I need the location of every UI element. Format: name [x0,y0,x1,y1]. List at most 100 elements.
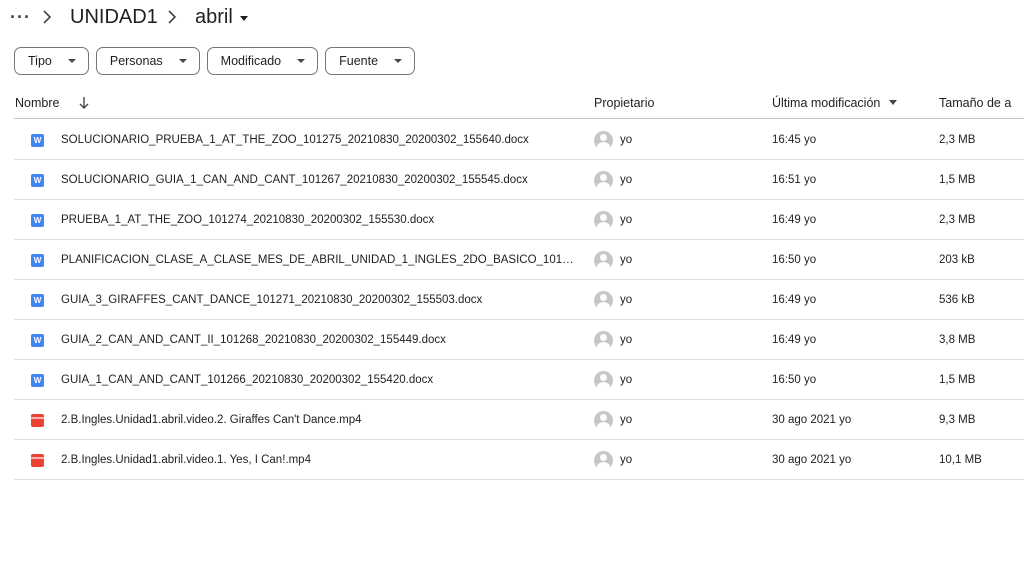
breadcrumb-item-unidad1[interactable]: UNIDAD1 [70,5,158,29]
table-row[interactable]: W PRUEBA_1_AT_THE_ZOO_101274_20210830_202… [14,200,1024,240]
file-owner: yo [620,174,633,186]
avatar-head [600,374,607,381]
chevron-right-icon [167,7,177,24]
avatar-head [600,254,607,261]
breadcrumb-current-folder[interactable]: abril [195,5,248,29]
chevron-down-icon [178,59,187,63]
more-icon[interactable]: ··· [10,8,31,26]
caret-down-icon [888,100,897,105]
file-owner: yo [620,214,633,226]
file-name[interactable]: 2.B.Ingles.Unidad1.abril.video.1. Yes, I… [61,454,579,466]
avatar-head [600,454,607,461]
chevron-down-icon [297,59,306,63]
table-row[interactable]: W GUIA_1_CAN_AND_CANT_101266_20210830_202… [14,360,1024,400]
filter-label: Fuente [339,54,379,68]
file-owner: yo [620,374,633,386]
video-file-icon [31,414,44,427]
file-list: W SOLUCIONARIO_PRUEBA_1_AT_THE_ZOO_101275… [14,120,1024,480]
chevron-down-icon [67,59,76,63]
filter-label: Modificado [220,54,282,68]
file-name[interactable]: GUIA_3_GIRAFFES_CANT_DANCE_101271_202108… [61,294,579,306]
avatar-body [597,222,610,230]
file-name[interactable]: PLANIFICACION_CLASE_A_CLASE_MES_DE_ABRIL… [61,254,579,266]
file-name[interactable]: GUIA_2_CAN_AND_CANT_II_101268_20210830_2… [61,334,579,346]
table-row[interactable]: W GUIA_3_GIRAFFES_CANT_DANCE_101271_20210… [14,280,1024,320]
file-name[interactable]: SOLUCIONARIO_PRUEBA_1_AT_THE_ZOO_101275_… [61,134,579,146]
avatar-head [600,214,607,221]
file-size: 536 kB [939,294,975,306]
breadcrumb: ··· UNIDAD1 abril [0,0,1024,36]
table-row[interactable]: W PLANIFICACION_CLASE_A_CLASE_MES_DE_ABRI… [14,240,1024,280]
file-name[interactable]: 2.B.Ingles.Unidad1.abril.video.2. Giraff… [61,414,579,426]
avatar-body [597,342,610,350]
avatar-body [597,302,610,310]
avatar-body [597,262,610,270]
avatar [594,371,613,390]
avatar [594,451,613,470]
avatar-body [597,182,610,190]
file-owner: yo [620,134,633,146]
word-doc-icon: W [31,214,44,227]
avatar-head [600,174,607,181]
filter-chips: Tipo Personas Modificado Fuente [14,47,416,75]
file-modified: 16:50 yo [772,374,817,386]
column-header-name[interactable]: Nombre [15,96,89,112]
avatar-head [600,414,607,421]
column-header-size[interactable]: Tamaño de a [939,96,1011,110]
video-file-icon [31,454,44,467]
file-modified: 16:49 yo [772,294,817,306]
column-header-modified-label: Última modificación [772,96,881,110]
table-row[interactable]: W SOLUCIONARIO_PRUEBA_1_AT_THE_ZOO_101275… [14,120,1024,160]
file-size: 9,3 MB [939,414,976,426]
file-name[interactable]: PRUEBA_1_AT_THE_ZOO_101274_20210830_2020… [61,214,579,226]
filter-modificado[interactable]: Modificado [206,47,319,75]
column-header-name-label: Nombre [15,96,60,110]
file-modified: 30 ago 2021 yo [772,414,852,426]
avatar [594,131,613,150]
table-row[interactable]: 2.B.Ingles.Unidad1.abril.video.1. Yes, I… [14,440,1024,480]
file-size: 2,3 MB [939,134,976,146]
filter-label: Tipo [28,54,52,68]
file-size: 3,8 MB [939,334,976,346]
file-modified: 16:50 yo [772,254,817,266]
avatar [594,251,613,270]
avatar [594,331,613,350]
column-header-modified[interactable]: Última modificación [772,96,897,110]
avatar-head [600,134,607,141]
word-doc-icon: W [31,254,44,267]
file-size: 1,5 MB [939,374,976,386]
file-modified: 16:51 yo [772,174,817,186]
filter-fuente[interactable]: Fuente [325,47,416,75]
file-name[interactable]: GUIA_1_CAN_AND_CANT_101266_20210830_2020… [61,374,579,386]
avatar [594,411,613,430]
table-header: Nombre Propietario Última modificación T… [14,88,1024,119]
avatar-head [600,294,607,301]
file-owner: yo [620,414,633,426]
table-row[interactable]: W SOLUCIONARIO_GUIA_1_CAN_AND_CANT_101267… [14,160,1024,200]
chevron-right-icon [42,7,52,24]
avatar-body [597,142,610,150]
filter-personas[interactable]: Personas [95,47,200,75]
table-row[interactable]: W GUIA_2_CAN_AND_CANT_II_101268_20210830_… [14,320,1024,360]
chevron-down-icon [394,59,403,63]
file-modified: 16:49 yo [772,334,817,346]
file-modified: 30 ago 2021 yo [772,454,852,466]
chevron-down-icon [239,15,248,21]
file-owner: yo [620,254,633,266]
avatar-body [597,422,610,430]
table-row[interactable]: 2.B.Ingles.Unidad1.abril.video.2. Giraff… [14,400,1024,440]
word-doc-icon: W [31,174,44,187]
file-modified: 16:45 yo [772,134,817,146]
breadcrumb-item-abril: abril [195,6,233,28]
file-size: 2,3 MB [939,214,976,226]
filter-tipo[interactable]: Tipo [14,47,89,75]
word-doc-icon: W [31,134,44,147]
avatar-body [597,382,610,390]
file-owner: yo [620,334,633,346]
avatar [594,211,613,230]
column-header-owner[interactable]: Propietario [594,96,654,110]
word-doc-icon: W [31,374,44,387]
file-name[interactable]: SOLUCIONARIO_GUIA_1_CAN_AND_CANT_101267_… [61,174,579,186]
arrow-down-icon[interactable] [79,97,89,112]
filter-label: Personas [109,54,163,68]
